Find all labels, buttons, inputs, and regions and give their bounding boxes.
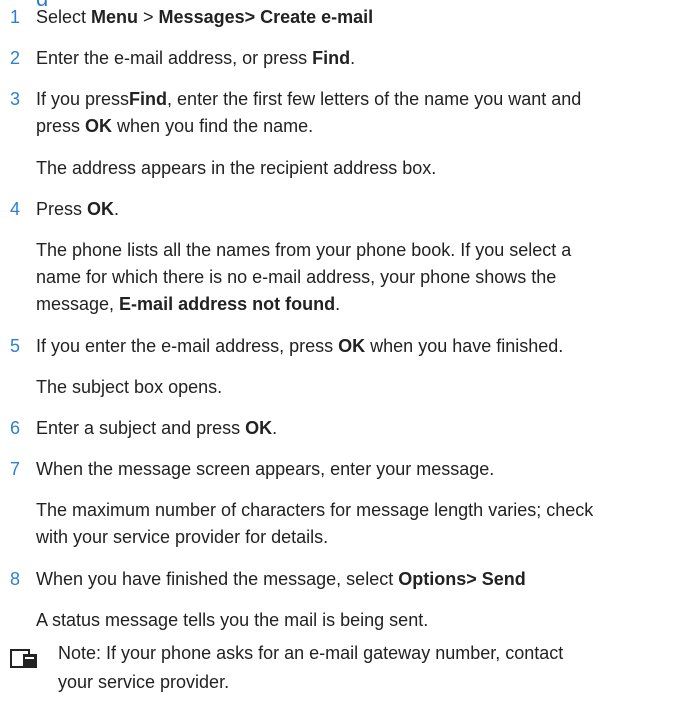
ok-keyword: OK — [85, 116, 113, 136]
find-keyword: Find — [312, 48, 351, 68]
note-line-1: Note: If your phone asks for an e-mail g… — [58, 643, 564, 663]
step-number: 3 — [10, 89, 21, 109]
ok-keyword: OK — [245, 418, 273, 438]
punctuation: . — [335, 294, 341, 314]
note-line-2: your service provider. — [58, 672, 230, 692]
step-text: If you press — [36, 89, 130, 109]
step-4-detail-line-2: name for which there is no e-mail addres… — [36, 267, 557, 287]
step-3-text: If you pressFind, enter the first few le… — [36, 86, 687, 113]
note-block: Note: If your phone asks for an e-mail g… — [58, 639, 681, 697]
step-6-text: Enter a subject and press OK. — [36, 415, 687, 442]
step-2-text: Enter the e-mail address, or press Find. — [36, 45, 687, 72]
step-text: Enter a subject and press — [36, 418, 246, 438]
step-text: when you have finished. — [365, 336, 564, 356]
punctuation: . — [350, 48, 356, 68]
ok-keyword: OK — [87, 199, 115, 219]
note-icon — [10, 649, 37, 668]
step-text: Enter the e-mail address, or press — [36, 48, 313, 68]
step-5-text: If you enter the e-mail address, press O… — [36, 333, 687, 360]
step-text: Press — [36, 199, 88, 219]
step-number: 6 — [10, 418, 21, 438]
step-7-text: When the message screen appears, enter y… — [36, 459, 495, 479]
punctuation: . — [114, 199, 120, 219]
step-4-text: Press OK. — [36, 196, 687, 223]
step-text: If you enter the e-mail address, press — [36, 336, 339, 356]
step-text: , enter the first few letters of the nam… — [167, 89, 582, 109]
step-text: when you find the name. — [112, 116, 314, 136]
error-message-name: E-mail address not found — [119, 294, 336, 314]
step-number: 4 — [10, 199, 21, 219]
step-3-detail: The address appears in the recipient add… — [36, 158, 437, 178]
punctuation: . — [272, 418, 278, 438]
step-4-detail-line-3: message, E-mail address not found. — [36, 291, 687, 318]
step-8-text: When you have finished the message, sele… — [36, 566, 687, 593]
step-7-detail-line-2: with your service provider for details. — [36, 527, 329, 547]
find-keyword: Find — [129, 89, 168, 109]
menu-path: Messages> Create e-mail — [158, 7, 374, 27]
step-8-detail: A status message tells you the mail is b… — [36, 610, 429, 630]
step-1-text: Select Menu > Messages> Create e-mail — [36, 4, 687, 31]
step-5-detail: The subject box opens. — [36, 377, 223, 397]
step-number: 5 — [10, 336, 21, 356]
step-3-text-line-2: press OK when you find the name. — [36, 113, 687, 140]
step-4-detail-line-1: The phone lists all the names from your … — [36, 240, 572, 260]
menu-keyword: Menu — [91, 7, 139, 27]
step-text: press — [36, 116, 86, 136]
step-text: message, — [36, 294, 120, 314]
separator: > — [138, 7, 159, 27]
step-number: 2 — [10, 48, 21, 68]
step-text: When you have finished the message, sele… — [36, 569, 399, 589]
step-number: 7 — [10, 459, 21, 479]
ok-keyword: OK — [338, 336, 366, 356]
step-number: 1 — [10, 7, 21, 27]
step-7-detail-line-1: The maximum number of characters for mes… — [36, 500, 594, 520]
step-text: Select — [36, 7, 92, 27]
step-number: 8 — [10, 569, 21, 589]
menu-path: Options> Send — [398, 569, 526, 589]
